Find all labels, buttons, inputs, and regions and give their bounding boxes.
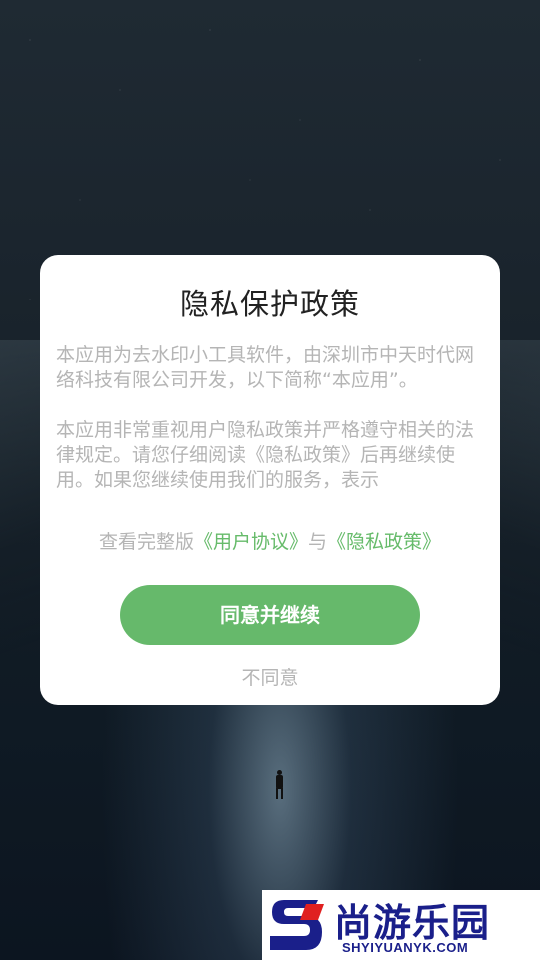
watermark-logo-icon — [270, 900, 324, 950]
policy-paragraph-1: 本应用为去水印小工具软件，由深圳市中天时代网络科技有限公司开发，以下简称“本应用… — [56, 344, 475, 391]
full-version-links: 查看完整版《用户协议》与《隐私政策》 — [40, 527, 500, 554]
privacy-policy-link[interactable]: 《隐私政策》 — [327, 531, 441, 553]
dialog-title: 隐私保护政策 — [179, 287, 360, 321]
links-and: 与 — [308, 531, 328, 553]
site-watermark: 尚游乐园 SHYIYUANYK.COM — [262, 890, 540, 960]
skier-silhouette — [272, 770, 286, 800]
watermark-name: 尚游乐园 — [334, 901, 491, 945]
disagree-button[interactable]: 不同意 — [40, 663, 500, 690]
links-prefix: 查看完整版 — [98, 531, 194, 553]
privacy-policy-dialog: 隐私保护政策 本应用为去水印小工具软件，由深圳市中天时代网络科技有限公司开发，以… — [40, 255, 500, 705]
policy-text[interactable]: 本应用为去水印小工具软件，由深圳市中天时代网络科技有限公司开发，以下简称“本应用… — [56, 343, 480, 511]
user-agreement-link[interactable]: 《用户协议》 — [194, 531, 308, 553]
policy-paragraph-2: 本应用非常重视用户隐私政策并严格遵守相关的法律规定。请您仔细阅读《隐私政策》后再… — [56, 419, 475, 491]
watermark-url: SHYIYUANYK.COM — [342, 940, 469, 955]
agree-button[interactable]: 同意并继续 — [120, 585, 420, 645]
